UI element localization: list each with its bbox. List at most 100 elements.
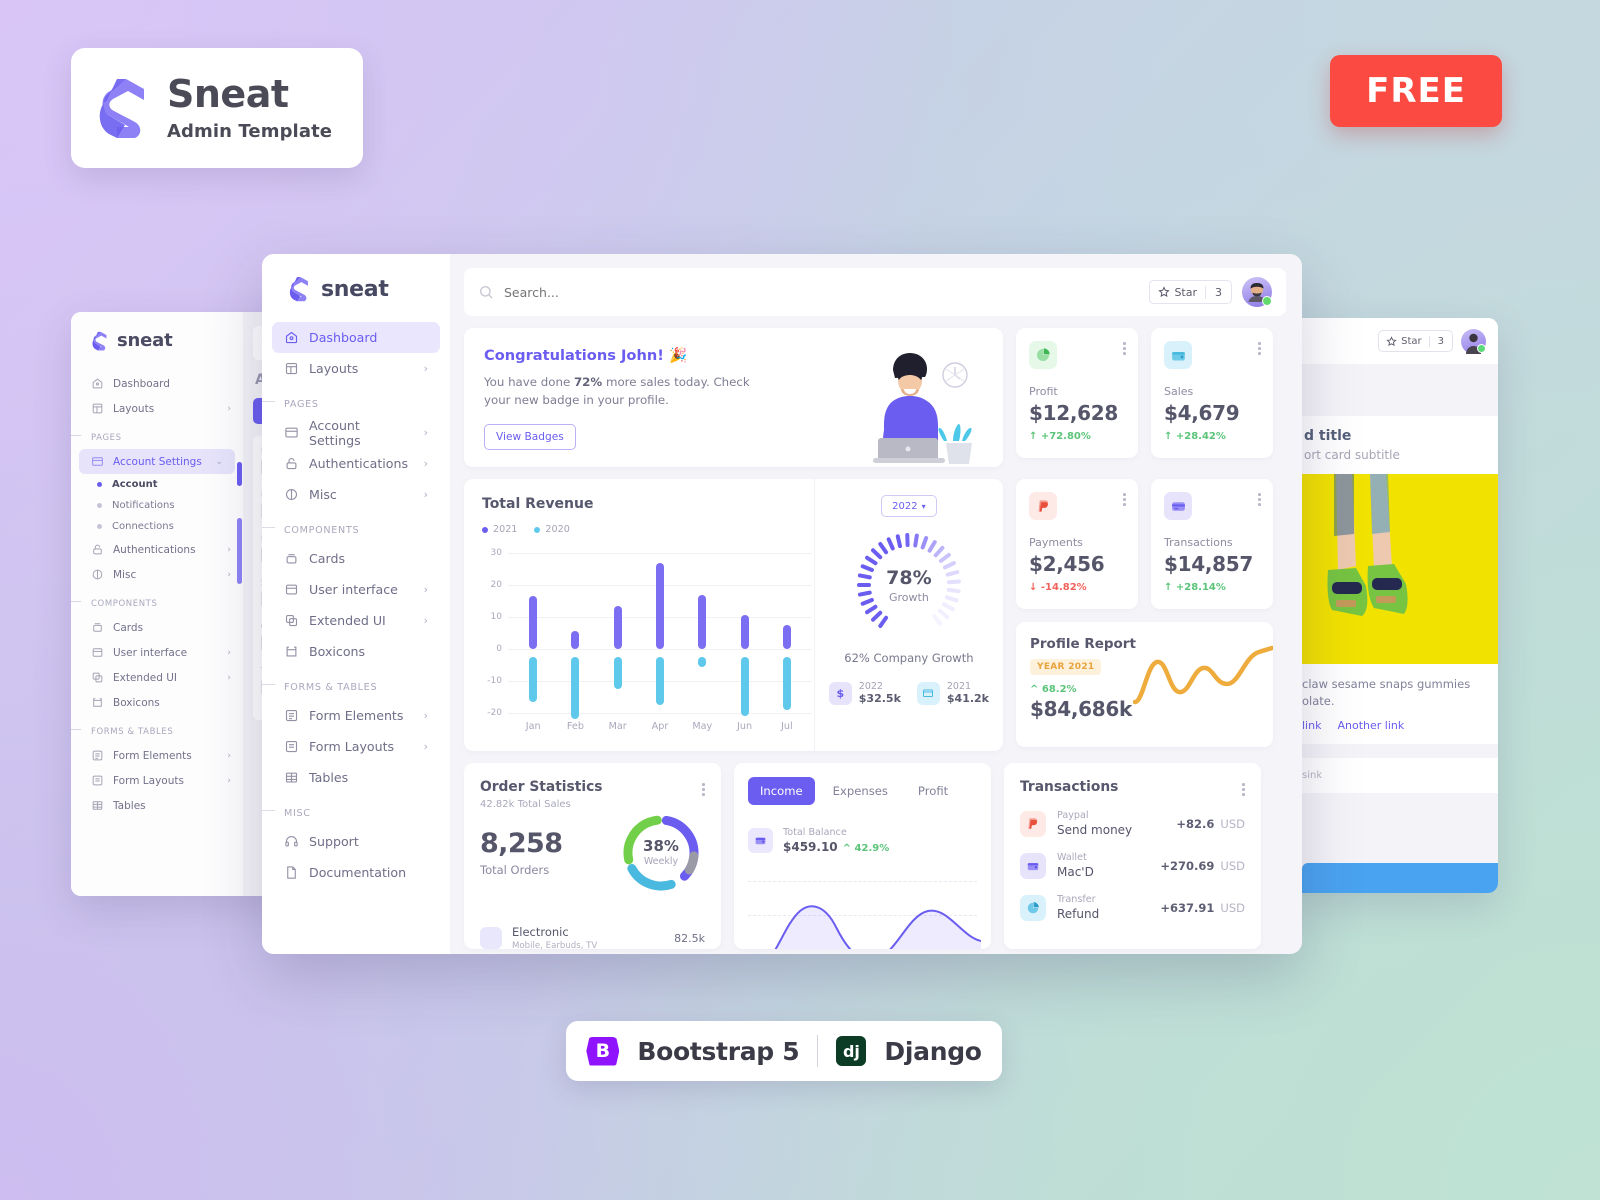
pie-chart-icon xyxy=(1020,894,1046,921)
x-tick: May xyxy=(692,721,713,732)
bg-sidebar-item-layouts[interactable]: Layouts › xyxy=(71,396,243,421)
transaction-amount: +637.91 USD xyxy=(1160,901,1245,915)
chevron-right-icon: › xyxy=(227,569,231,580)
card-menu-icon[interactable] xyxy=(1242,783,1245,796)
card-menu-icon[interactable] xyxy=(702,783,705,796)
chevron-right-icon: › xyxy=(423,740,428,753)
congrats-text: You have done 72% more sales today. Chec… xyxy=(484,373,774,410)
bar-group-apr: Apr xyxy=(639,545,681,732)
y-tick: 10 xyxy=(490,612,502,622)
sidebar-item-tables[interactable]: Tables xyxy=(272,762,440,793)
stat-card-transactions: Transactions $14,857 ↑ +28.14% xyxy=(1151,479,1273,609)
bg-sidebar-item-misc[interactable]: Misc › xyxy=(71,562,243,587)
bar-group-jul: Jul xyxy=(766,545,808,732)
order-donut-chart: 38% Weekly xyxy=(619,811,703,895)
order-list-item: Electronic Mobile, Earbuds, TV 82.5k xyxy=(480,925,705,951)
card-menu-icon[interactable] xyxy=(1258,493,1261,506)
bg-sidebar-item-boxicons[interactable]: Boxicons xyxy=(71,690,243,715)
growth-gauge: 78% Growth xyxy=(844,527,974,643)
bg-section-forms: FORMS & TABLES xyxy=(71,715,243,743)
sidebar-section-pages: PAGES xyxy=(262,384,450,417)
sidebar-item-user-interface[interactable]: User interface › xyxy=(272,574,440,605)
chevron-right-icon: › xyxy=(227,544,231,555)
avatar[interactable] xyxy=(1461,328,1486,354)
congratulations-card: Congratulations John! 🎉 You have done 72… xyxy=(464,328,1003,467)
cards-icon xyxy=(286,554,297,564)
bg-right-link-1[interactable]: link xyxy=(1302,719,1321,732)
form-icon xyxy=(285,709,298,722)
sidebar-item-dashboard[interactable]: Dashboard xyxy=(272,322,440,353)
bg-sidebar-item-extended-ui[interactable]: Extended UI › xyxy=(71,665,243,690)
gauge-footer: $ 2022 $32.5k 2021 $41.2k xyxy=(828,681,989,705)
bg-sidebar-item-user-interface[interactable]: User interface › xyxy=(71,640,243,665)
avatar[interactable] xyxy=(1242,277,1272,307)
x-tick: Apr xyxy=(651,721,669,732)
sidebar-item-cards[interactable]: Cards xyxy=(272,543,440,574)
sidebar-item-support[interactable]: Support xyxy=(272,826,440,857)
bg-subitem-account[interactable]: Account xyxy=(71,474,243,495)
bg-right-link-2[interactable]: Another link xyxy=(1337,719,1404,732)
free-badge: FREE xyxy=(1330,55,1502,127)
card-menu-icon[interactable] xyxy=(1258,342,1261,355)
sidebar-item-label: Cards xyxy=(309,551,346,566)
transaction-amount-value: +270.69 xyxy=(1160,858,1215,873)
bg-subitem-connections[interactable]: Connections xyxy=(71,516,243,537)
stat-value: $14,857 xyxy=(1164,552,1253,576)
gauge-foot-value: $32.5k xyxy=(858,692,901,705)
sidebar-section-components: COMPONENTS xyxy=(262,510,450,543)
legend-item-2021: 2021 xyxy=(482,524,517,535)
tab-expenses[interactable]: Expenses xyxy=(821,777,900,805)
sidebar-item-boxicons[interactable]: Boxicons xyxy=(272,636,440,667)
x-tick: Jun xyxy=(737,721,753,732)
y-tick: -10 xyxy=(487,676,502,686)
chevron-right-icon: › xyxy=(423,583,428,596)
bg-sidebar-label: Authentications xyxy=(113,543,196,556)
search-input[interactable] xyxy=(504,284,1140,300)
form-layout-icon xyxy=(92,775,103,786)
sidebar-item-authentications[interactable]: Authentications › xyxy=(272,448,440,479)
sidebar-nav-forms: Form Elements › Form Layouts › Tables xyxy=(262,700,450,793)
sidebar-item-documentation[interactable]: Documentation xyxy=(272,857,440,888)
bg-sidebar-item-form-elements[interactable]: Form Elements › xyxy=(71,743,243,768)
year-select[interactable]: 2022 ▾ xyxy=(880,495,937,517)
chevron-right-icon: › xyxy=(423,426,428,439)
tab-profit[interactable]: Profit xyxy=(906,777,960,805)
sidebar-item-layouts[interactable]: Layouts › xyxy=(272,353,440,384)
bar-group-mar: Mar xyxy=(597,545,639,732)
poster-stage: Sneat Admin Template FREE sneat Dashboar… xyxy=(0,0,1600,1200)
headset-icon xyxy=(285,836,298,847)
bg-sidebar-item-account-settings[interactable]: Account Settings ⌄ xyxy=(79,449,235,474)
star-button[interactable]: Star 3 xyxy=(1149,280,1232,304)
bg-right-star-button[interactable]: Star 3 xyxy=(1378,330,1453,352)
congrats-illustration xyxy=(805,345,995,467)
bg-sidebar-item-authentications[interactable]: Authentications › xyxy=(71,537,243,562)
sidebar-item-account-settings[interactable]: Account Settings › xyxy=(272,417,440,448)
sidebar-brand[interactable]: sneat xyxy=(262,276,450,322)
sidebar-item-label: Account Settings xyxy=(309,417,361,448)
bg-sidebar-item-tables[interactable]: Tables xyxy=(71,793,243,818)
sidebar-item-misc[interactable]: Misc › xyxy=(272,479,440,510)
bg-sidebar-item-form-layouts[interactable]: Form Layouts › xyxy=(71,768,243,793)
star-icon xyxy=(1158,286,1171,297)
bg-section-pages: PAGES xyxy=(71,421,243,449)
sidebar-section-misc: MISC xyxy=(262,793,450,826)
balance-label: Total Balance xyxy=(783,827,847,838)
card-menu-icon[interactable] xyxy=(1123,493,1126,506)
sidebar-item-form-elements[interactable]: Form Elements › xyxy=(272,700,440,731)
bg-sidebar-item-cards[interactable]: Cards xyxy=(71,615,243,640)
django-icon: dj xyxy=(836,1036,867,1066)
bg-sidebar-label: Tables xyxy=(113,799,146,812)
bg-right-card: d title ort card subtitle claw sesame sn… xyxy=(1290,416,1498,745)
tab-income[interactable]: Income xyxy=(748,777,815,805)
bg-sidebar-item-dashboard[interactable]: Dashboard xyxy=(71,371,243,396)
card-menu-icon[interactable] xyxy=(1123,342,1126,355)
search-icon[interactable] xyxy=(478,284,494,300)
sidebar-item-form-layouts[interactable]: Form Layouts › xyxy=(272,731,440,762)
chevron-right-icon: › xyxy=(227,750,231,761)
sidebar-item-label: Support xyxy=(309,834,359,849)
transaction-amount-value: +82.6 xyxy=(1176,816,1215,831)
sidebar-item-extended-ui[interactable]: Extended UI › xyxy=(272,605,440,636)
balance-amount: $459.10 xyxy=(783,840,838,854)
view-badges-button[interactable]: View Badges xyxy=(484,423,576,450)
bg-subitem-notifications[interactable]: Notifications xyxy=(71,495,243,516)
